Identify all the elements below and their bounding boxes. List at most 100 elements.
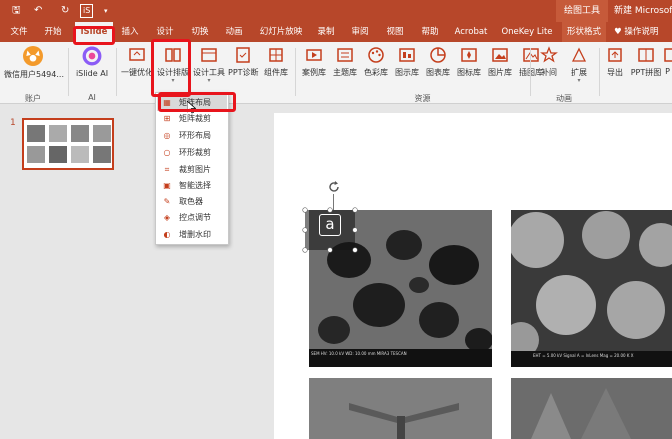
tab-onekey-lite[interactable]: OneKey Lite: [498, 22, 556, 42]
sem-image-spheres[interactable]: EHT = 5.00 kV Signal A = InLens Mag = 20…: [511, 210, 672, 367]
thumb-image: [49, 125, 67, 142]
design-tools-button[interactable]: 设计工具 ▾: [192, 46, 226, 84]
optimize-icon: [129, 48, 145, 61]
ring-crop-icon: ○: [163, 148, 171, 157]
menu-item-ring-layout[interactable]: ◎ 环形布局: [157, 128, 227, 144]
tab-record[interactable]: 录制: [313, 22, 339, 42]
chevron-down-icon: ▾: [577, 77, 581, 84]
ribbon-panel: 微信用户5494... 账户 iSlide AI AI 一键优化 设计排版 ▾ …: [0, 42, 672, 104]
ppt-collage-label: PPT拼图: [630, 68, 662, 77]
design-layout-dropdown: ▦ 矩阵布局 ⊞ 矩阵裁剪 ◎ 环形布局 ○ 环形裁剪 ⌗ 裁剪图片 ▣ 智能选择 ✎ 取色器…: [155, 92, 229, 245]
palette-icon: [368, 47, 384, 63]
color-library-label: 色彩库: [364, 68, 388, 77]
thumb-image: [93, 125, 111, 142]
spheres-texture: [511, 210, 672, 367]
thumb-image: [93, 146, 111, 163]
diagram-library-button[interactable]: 图示库: [392, 46, 422, 78]
menu-item-watermark[interactable]: ◐ 增删水印: [157, 227, 227, 243]
tab-animations[interactable]: 动画: [221, 22, 247, 42]
menu-item-ring-crop[interactable]: ○ 环形裁剪: [157, 145, 227, 161]
export-extra-button[interactable]: P: [663, 46, 672, 76]
tab-slideshow[interactable]: 幻灯片放映: [257, 22, 305, 42]
ppt-collage-button[interactable]: PPT拼图: [630, 46, 662, 78]
extend-button[interactable]: 扩展 ▾: [564, 46, 594, 84]
tween-button[interactable]: 补间: [534, 46, 564, 78]
tab-home[interactable]: 开始: [40, 22, 66, 42]
quick-access-dropdown-icon[interactable]: ▾: [104, 5, 108, 17]
tab-transitions[interactable]: 切换: [187, 22, 213, 42]
one-click-optimize-button[interactable]: 一键优化: [120, 46, 154, 78]
ring-icon: ◎: [163, 131, 171, 140]
sem-image-bottom-left[interactable]: [309, 378, 492, 439]
islide-ai-button[interactable]: iSlide AI: [72, 46, 112, 78]
menu-item-handle-adjust[interactable]: ◈ 控点调节: [157, 210, 227, 226]
crop-grid-icon: ⊞: [163, 114, 171, 123]
powerpoint-window: 🖫 ↶ ↻ iS ▾ 绘图工具 新建 Microsoft 文件 开始 iSlid…: [0, 0, 672, 439]
undo-icon[interactable]: ↶: [34, 5, 42, 17]
color-library-button[interactable]: 色彩库: [361, 46, 391, 78]
component-icon: [269, 48, 283, 62]
tab-insert[interactable]: 插入: [117, 22, 143, 42]
tab-acrobat[interactable]: Acrobat: [450, 22, 492, 42]
mouse-cursor-icon: [187, 101, 196, 114]
theme-library-button[interactable]: 主题库: [330, 46, 360, 78]
selected-label-box[interactable]: a: [305, 210, 355, 250]
chart-library-label: 图表库: [426, 68, 450, 77]
handle-icon: ◈: [163, 213, 171, 222]
design-layout-button[interactable]: 设计排版 ▾: [156, 46, 190, 84]
group-separator: [68, 48, 69, 96]
tab-design[interactable]: 设计: [152, 22, 178, 42]
grid-icon: ▦: [163, 98, 171, 107]
group-separator: [530, 48, 531, 96]
account-button[interactable]: 微信用户5494...: [4, 46, 64, 80]
tab-islide[interactable]: iSlide: [75, 22, 113, 42]
save-icon[interactable]: 🖫: [12, 5, 21, 17]
chart-library-button[interactable]: 图表库: [423, 46, 453, 78]
sem-footer-text: EHT = 5.00 kV Signal A = InLens Mag = 20…: [533, 353, 634, 358]
islide-logo-icon[interactable]: iS: [80, 4, 94, 18]
redo-icon[interactable]: ↻: [61, 5, 69, 17]
icon-library-button[interactable]: 图标库: [454, 46, 484, 78]
menu-item-crop-image[interactable]: ⌗ 裁剪图片: [157, 162, 227, 178]
slide-thumbnail[interactable]: [22, 118, 114, 170]
chevron-down-icon: ▾: [171, 77, 175, 84]
ppt-diagnosis-label: PPT诊断: [228, 68, 259, 77]
icon-library-icon: [461, 48, 477, 62]
islide-ai-icon: [82, 46, 102, 66]
chevron-down-icon: ▾: [207, 77, 211, 84]
extend-icon: [571, 47, 587, 62]
extend-label: 扩展: [571, 68, 587, 77]
rough-texture: [511, 378, 672, 439]
group-separator: [599, 48, 600, 96]
rotate-handle-icon[interactable]: [327, 180, 341, 194]
component-library-button[interactable]: 组件库: [262, 46, 290, 78]
thumb-image: [27, 146, 45, 163]
ppt-diagnosis-button[interactable]: PPT诊断: [228, 46, 259, 78]
case-library-button[interactable]: 案例库: [299, 46, 329, 78]
tab-view[interactable]: 视图: [382, 22, 408, 42]
menu-item-smart-select[interactable]: ▣ 智能选择: [157, 178, 227, 194]
pie-chart-icon: [430, 47, 446, 63]
group-label-animation: 动画: [556, 94, 572, 103]
image-library-icon: [492, 48, 508, 62]
menu-item-eyedropper[interactable]: ✎ 取色器: [157, 194, 227, 210]
crop-icon: ⌗: [164, 165, 170, 174]
tab-review[interactable]: 审阅: [347, 22, 373, 42]
collage-icon: [638, 48, 654, 62]
export-extra-label: P: [665, 67, 670, 76]
export-extra-icon: [664, 48, 672, 62]
tab-help[interactable]: 帮助: [417, 22, 443, 42]
component-library-label: 组件库: [264, 68, 288, 77]
slide-number: 1: [10, 118, 16, 128]
tab-file[interactable]: 文件: [6, 22, 32, 42]
export-button[interactable]: 导出: [603, 46, 627, 78]
theme-library-icon: [337, 48, 353, 62]
image-library-button[interactable]: 图片库: [485, 46, 515, 78]
tab-tell-me[interactable]: ♥ 操作说明: [614, 22, 672, 42]
case-library-icon: [306, 49, 322, 61]
title-bar: 🖫 ↶ ↻ iS ▾ 绘图工具 新建 Microsoft: [0, 0, 672, 22]
theme-library-label: 主题库: [333, 68, 357, 77]
sem-image-bottom-right[interactable]: [511, 378, 672, 439]
tab-shape-format[interactable]: 形状格式: [562, 22, 606, 42]
diagram-library-label: 图示库: [395, 68, 419, 77]
